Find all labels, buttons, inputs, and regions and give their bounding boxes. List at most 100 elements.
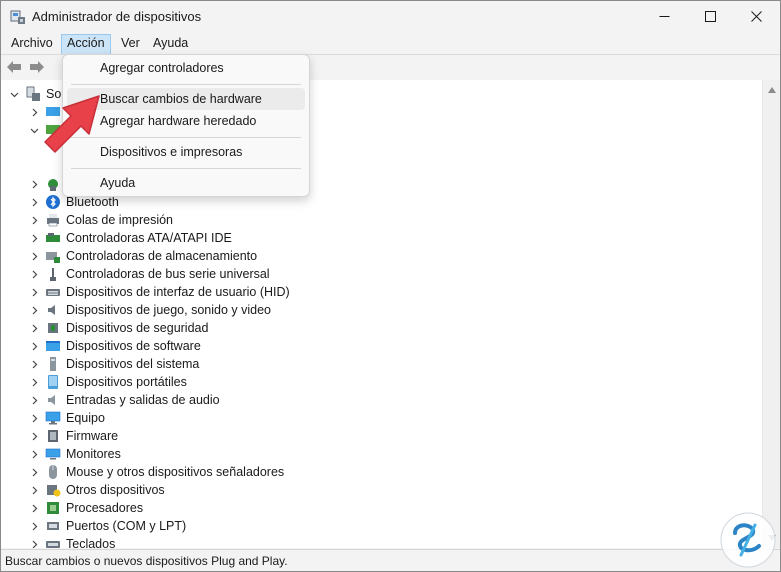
device-manager-icon xyxy=(10,10,25,24)
window-title: Administrador de dispositivos xyxy=(32,9,202,24)
tree-category-teclados[interactable]: Teclados xyxy=(1,535,401,548)
status-text: Buscar cambios o nuevos dispositivos Plu… xyxy=(5,554,288,568)
chevron-right-icon[interactable] xyxy=(29,283,39,301)
tree-category-label: Puertos (COM y LPT) xyxy=(66,519,187,533)
speaker-icon xyxy=(48,305,55,315)
menu-item-dispositivos-impresoras[interactable]: Dispositivos e impresoras xyxy=(67,141,305,163)
mouse-icon xyxy=(49,465,57,479)
tree-category-label: Controladoras de almacenamiento xyxy=(66,249,258,263)
tree-category-dispositivos-de-seguridad[interactable]: Dispositivos de seguridad xyxy=(1,319,401,337)
chevron-right-icon[interactable] xyxy=(29,463,39,481)
chevron-right-icon[interactable] xyxy=(29,175,39,193)
scroll-up-icon[interactable] xyxy=(768,87,776,93)
chevron-right-icon[interactable] xyxy=(29,193,39,211)
tree-category-firmware[interactable]: Firmware xyxy=(1,427,401,445)
tree-category-controladoras-ata-atapi-ide[interactable]: Controladoras ATA/ATAPI IDE xyxy=(1,229,401,247)
tree-category-label: Controladoras ATA/ATAPI IDE xyxy=(66,231,232,245)
tree-category-dispositivos-de-software[interactable]: Dispositivos de software xyxy=(1,337,401,355)
tree-category-label: Dispositivos de software xyxy=(66,339,201,353)
device-manager-window: Administrador de dispositivos Archivo Ac… xyxy=(0,0,781,572)
tree-category-procesadores[interactable]: Procesadores xyxy=(1,499,401,517)
menu-item-label: Buscar cambios de hardware xyxy=(100,92,262,106)
tree-category-label: Otros dispositivos xyxy=(66,483,165,497)
menu-item-ayuda[interactable]: Ayuda xyxy=(67,172,305,194)
close-icon xyxy=(750,11,762,22)
usb-icon xyxy=(50,268,56,281)
tree-row-hidden[interactable] xyxy=(1,175,71,193)
back-arrow-icon xyxy=(7,61,21,73)
back-button[interactable] xyxy=(5,58,23,76)
chevron-down-icon[interactable] xyxy=(29,121,39,139)
title-bar: Administrador de dispositivos xyxy=(1,1,780,32)
chevron-right-icon[interactable] xyxy=(29,409,39,427)
menu-item-label: Agregar controladores xyxy=(100,61,224,75)
chevron-down-icon[interactable] xyxy=(9,85,19,103)
tree-category-dispositivos-de-interfaz-de-usuario-hid[interactable]: Dispositivos de interfaz de usuario (HID… xyxy=(1,283,401,301)
vertical-scrollbar[interactable] xyxy=(762,80,780,548)
menu-item-agregar-controladores[interactable]: Agregar controladores xyxy=(67,57,305,79)
chevron-right-icon[interactable] xyxy=(29,517,39,535)
tree-category-dispositivos-portatiles[interactable]: Dispositivos portátiles xyxy=(1,373,401,391)
chevron-right-icon[interactable] xyxy=(29,247,39,265)
chevron-right-icon[interactable] xyxy=(29,373,39,391)
monitor-icon xyxy=(45,448,61,460)
forward-button[interactable] xyxy=(28,58,46,76)
computer-icon xyxy=(45,411,61,425)
menu-ver[interactable]: Ver xyxy=(116,34,145,53)
chevron-right-icon[interactable] xyxy=(29,211,39,229)
maximize-icon xyxy=(704,11,716,22)
chevron-right-icon[interactable] xyxy=(29,535,39,548)
chevron-right-icon[interactable] xyxy=(29,103,39,121)
chevron-right-icon[interactable] xyxy=(29,499,39,517)
firmware-icon xyxy=(48,430,58,442)
ide-controller-icon xyxy=(46,233,60,242)
portable-device-icon xyxy=(48,375,58,389)
keyboard-icon xyxy=(46,541,60,548)
tree-category-mouse-y-otros-dispositivos-senaladores[interactable]: Mouse y otros dispositivos señaladores xyxy=(1,463,401,481)
chevron-right-icon[interactable] xyxy=(29,427,39,445)
tree-category-label: Mouse y otros dispositivos señaladores xyxy=(66,465,285,479)
chevron-right-icon[interactable] xyxy=(29,481,39,499)
chevron-right-icon[interactable] xyxy=(29,301,39,319)
chevron-right-icon[interactable] xyxy=(29,229,39,247)
tree-category-label: Dispositivos de seguridad xyxy=(66,321,209,335)
maximize-button[interactable] xyxy=(687,1,733,32)
tree-category-label: Entradas y salidas de audio xyxy=(66,393,220,407)
tree-category-puertos-com-y-lpt[interactable]: Puertos (COM y LPT) xyxy=(1,517,401,535)
tree-category-entradas-y-salidas-de-audio[interactable]: Entradas y salidas de audio xyxy=(1,391,401,409)
tree-category-label: Colas de impresión xyxy=(66,213,173,227)
chevron-right-icon[interactable] xyxy=(29,445,39,463)
chevron-right-icon[interactable] xyxy=(29,355,39,373)
tree-category-label: Dispositivos de interfaz de usuario (HID… xyxy=(66,285,290,299)
menu-ayuda[interactable]: Ayuda xyxy=(148,34,193,53)
forward-arrow-icon xyxy=(30,61,44,73)
menu-divider xyxy=(71,84,301,85)
tree-category-dispositivos-del-sistema[interactable]: Dispositivos del sistema xyxy=(1,355,401,373)
tree-category-equipo[interactable]: Equipo xyxy=(1,409,401,427)
tree-category-label: Dispositivos portátiles xyxy=(66,375,187,389)
chevron-right-icon[interactable] xyxy=(29,337,39,355)
menu-archivo[interactable]: Archivo xyxy=(6,34,58,53)
tree-category-colas-de-impresion[interactable]: Colas de impresión xyxy=(1,211,401,229)
network-device-icon xyxy=(48,179,58,191)
chevron-right-icon[interactable] xyxy=(29,391,39,409)
security-device-icon xyxy=(48,323,58,333)
tree-category-monitores[interactable]: Monitores xyxy=(1,445,401,463)
minimize-button[interactable] xyxy=(641,1,687,32)
menu-accion[interactable]: Acción xyxy=(61,34,111,55)
close-button[interactable] xyxy=(733,1,779,32)
tree-category-otros-dispositivos[interactable]: Otros dispositivos xyxy=(1,481,401,499)
menu-item-agregar-hardware-heredado[interactable]: Agregar hardware heredado xyxy=(67,110,305,132)
tree-category-controladoras-de-almacenamiento[interactable]: Controladoras de almacenamiento xyxy=(1,247,401,265)
menu-item-label: Agregar hardware heredado xyxy=(100,114,257,128)
software-device-icon xyxy=(46,341,60,351)
audio-io-icon xyxy=(48,395,55,405)
menu-item-label: Ayuda xyxy=(100,176,136,190)
tree-category-dispositivos-de-juego-sonido-y-video[interactable]: Dispositivos de juego, sonido y video xyxy=(1,301,401,319)
menu-item-buscar-cambios-hardware[interactable]: Buscar cambios de hardware xyxy=(67,88,305,110)
tree-category-label: Equipo xyxy=(66,411,105,425)
tree-category-label: Controladoras de bus serie universal xyxy=(66,267,270,281)
chevron-right-icon[interactable] xyxy=(29,265,39,283)
chevron-right-icon[interactable] xyxy=(29,319,39,337)
tree-category-controladoras-de-bus-serie-universal[interactable]: Controladoras de bus serie universal xyxy=(1,265,401,283)
